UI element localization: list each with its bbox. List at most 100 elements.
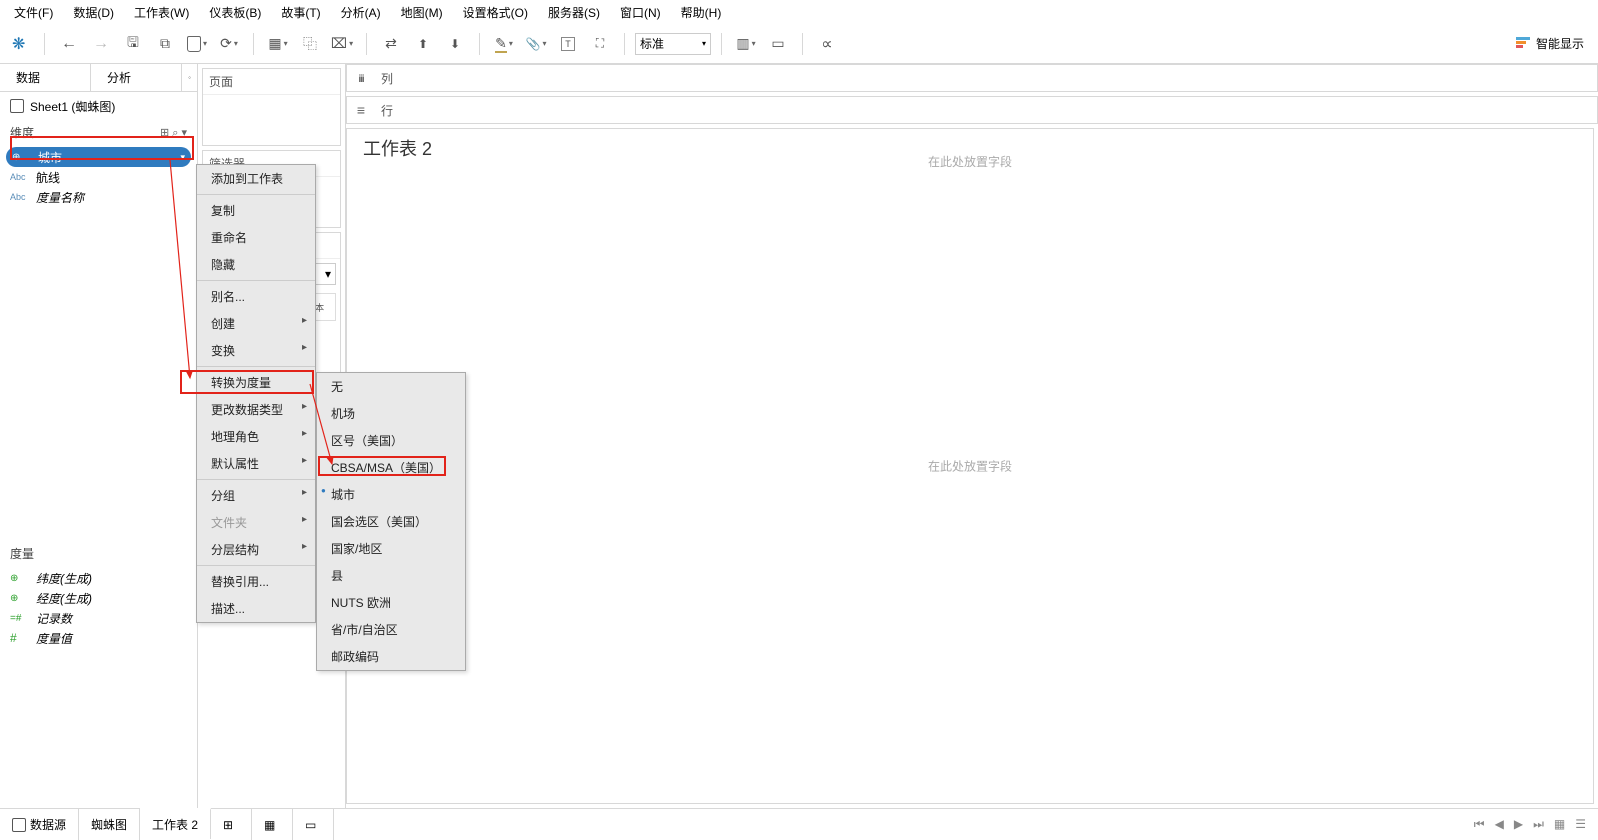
new-worksheet-tab[interactable] <box>211 809 252 840</box>
context-menu-item[interactable]: 分组 <box>197 482 315 509</box>
logo-icon[interactable] <box>6 30 34 58</box>
swap-button[interactable] <box>377 30 405 58</box>
nav-list[interactable]: ☰ <box>1575 817 1586 832</box>
show-me-icon <box>1516 37 1530 51</box>
submenu-item[interactable]: 机场 <box>317 400 465 427</box>
submenu-item[interactable]: 城市 <box>317 481 465 508</box>
present-button[interactable] <box>764 30 792 58</box>
context-menu-item[interactable]: 复制 <box>197 197 315 224</box>
context-menu-item[interactable]: 替换引用... <box>197 568 315 595</box>
back-button[interactable] <box>55 30 83 58</box>
context-menu-item[interactable]: 默认属性 <box>197 450 315 477</box>
field-label: 度量值 <box>36 630 72 647</box>
sort-asc-button[interactable] <box>409 30 437 58</box>
highlight-button[interactable]: ▾ <box>490 30 518 58</box>
new-story-tab[interactable] <box>293 809 334 840</box>
tab-nav-controls: ⏮ ◀ ▶ ⏭ ▦ ☰ <box>1474 817 1598 832</box>
worksheet-canvas[interactable]: 工作表 2 在此处放置字段 在此处放置字段 <box>346 128 1594 804</box>
menu-item[interactable]: 工作表(W) <box>124 0 199 25</box>
tab-analysis[interactable]: 分析 <box>90 64 181 91</box>
label-button[interactable]: T <box>554 30 582 58</box>
datasource-icon <box>12 818 26 832</box>
submenu-item[interactable]: 区号（美国） <box>317 427 465 454</box>
bottom-tab-datasource[interactable]: 数据源 <box>0 809 79 840</box>
menu-item[interactable]: 设置格式(O) <box>453 0 538 25</box>
dimension-field[interactable]: 城市 <box>6 147 191 167</box>
context-menu-item[interactable]: 创建 <box>197 310 315 337</box>
context-menu: 添加到工作表复制重命名隐藏别名...创建变换转换为度量更改数据类型地理角色默认属… <box>196 164 316 623</box>
measure-field[interactable]: 纬度(生成) <box>0 568 197 588</box>
side-tabs-dropdown[interactable]: ◦ <box>181 64 197 91</box>
context-menu-item[interactable]: 隐藏 <box>197 251 315 278</box>
submenu-item[interactable]: 县 <box>317 562 465 589</box>
refresh-button[interactable]: ▾ <box>215 30 243 58</box>
fit-select[interactable]: 标准 ▾ <box>635 33 711 55</box>
save-button[interactable] <box>119 30 147 58</box>
share-button[interactable] <box>813 30 841 58</box>
sort-desc-button[interactable] <box>441 30 469 58</box>
field-label: 纬度(生成) <box>36 570 92 587</box>
new-dashboard-tab[interactable] <box>252 809 293 840</box>
field-label: 度量名称 <box>36 189 84 206</box>
nav-grid[interactable]: ▦ <box>1554 817 1565 832</box>
context-menu-item[interactable]: 更改数据类型 <box>197 396 315 423</box>
context-menu-item[interactable]: 变换 <box>197 337 315 364</box>
nav-last[interactable]: ⏭ <box>1533 817 1544 832</box>
menu-item[interactable]: 故事(T) <box>271 0 330 25</box>
context-menu-item[interactable]: 添加到工作表 <box>197 165 315 192</box>
pages-card: 页面 <box>202 68 341 146</box>
measure-field[interactable]: 经度(生成) <box>0 588 197 608</box>
sheet-tab[interactable]: 蜘蛛图 <box>79 809 140 840</box>
rows-shelf[interactable]: 行 <box>346 96 1598 124</box>
nav-next[interactable]: ▶ <box>1514 817 1523 832</box>
context-menu-item[interactable]: 描述... <box>197 595 315 622</box>
field-label: 经度(生成) <box>36 590 92 607</box>
cards-button[interactable]: ▾ <box>732 30 760 58</box>
dimension-field[interactable]: 航线 <box>0 167 197 187</box>
submenu-item[interactable]: NUTS 欧洲 <box>317 589 465 616</box>
dimensions-tools[interactable]: ⊞ ⌕ ▾ <box>160 126 187 140</box>
sheet-tab[interactable]: 工作表 2 <box>140 808 211 839</box>
datasource-row[interactable]: Sheet1 (蜘蛛图) <box>0 92 197 120</box>
hash-eq-icon <box>10 613 30 624</box>
hash-icon <box>10 631 30 645</box>
submenu-item[interactable]: 国家/地区 <box>317 535 465 562</box>
nav-first[interactable]: ⏮ <box>1474 817 1485 832</box>
nav-prev[interactable]: ◀ <box>1495 817 1504 832</box>
context-menu-item[interactable]: 地理角色 <box>197 423 315 450</box>
context-menu-item[interactable]: 分层结构 <box>197 536 315 563</box>
context-menu-item[interactable]: 转换为度量 <box>197 369 315 396</box>
measures-list: 纬度(生成) 经度(生成)记录数度量值 <box>0 566 197 808</box>
submenu-item[interactable]: 邮政编码 <box>317 643 465 670</box>
show-me-button[interactable]: 智能显示 <box>1508 35 1592 52</box>
submenu-item[interactable]: 省/市/自治区 <box>317 616 465 643</box>
menu-item[interactable]: 地图(M) <box>391 0 453 25</box>
menu-item[interactable]: 窗口(N) <box>610 0 671 25</box>
geo-role-submenu: 无机场区号（美国）CBSA/MSA（美国）城市国会选区（美国）国家/地区县NUT… <box>316 372 466 671</box>
menu-item[interactable]: 帮助(H) <box>671 0 732 25</box>
menu-item[interactable]: 文件(F) <box>4 0 63 25</box>
context-menu-item[interactable]: 重命名 <box>197 224 315 251</box>
pause-autoupdate-button[interactable]: ▾ <box>183 30 211 58</box>
menu-item[interactable]: 数据(D) <box>63 0 124 25</box>
new-datasource-button[interactable] <box>151 30 179 58</box>
menu-item[interactable]: 仪表板(B) <box>199 0 271 25</box>
duplicate-button[interactable] <box>296 30 324 58</box>
dimension-field[interactable]: 度量名称 <box>0 187 197 207</box>
columns-shelf[interactable]: 列 <box>346 64 1598 92</box>
submenu-item[interactable]: 无 <box>317 373 465 400</box>
fit-button[interactable] <box>586 30 614 58</box>
submenu-item[interactable]: CBSA/MSA（美国） <box>317 454 465 481</box>
context-menu-item[interactable]: 别名... <box>197 283 315 310</box>
new-worksheet-button[interactable]: ▾ <box>264 30 292 58</box>
pin-button[interactable]: ▾ <box>522 30 550 58</box>
forward-button[interactable] <box>87 30 115 58</box>
clear-button[interactable]: ▾ <box>328 30 356 58</box>
submenu-item[interactable]: 国会选区（美国） <box>317 508 465 535</box>
menu-item[interactable]: 服务器(S) <box>538 0 610 25</box>
drop-hint-top: 在此处放置字段 <box>347 153 1593 170</box>
measure-field[interactable]: 度量值 <box>0 628 197 648</box>
tab-data[interactable]: 数据 <box>0 64 90 91</box>
menu-item[interactable]: 分析(A) <box>331 0 391 25</box>
measure-field[interactable]: 记录数 <box>0 608 197 628</box>
